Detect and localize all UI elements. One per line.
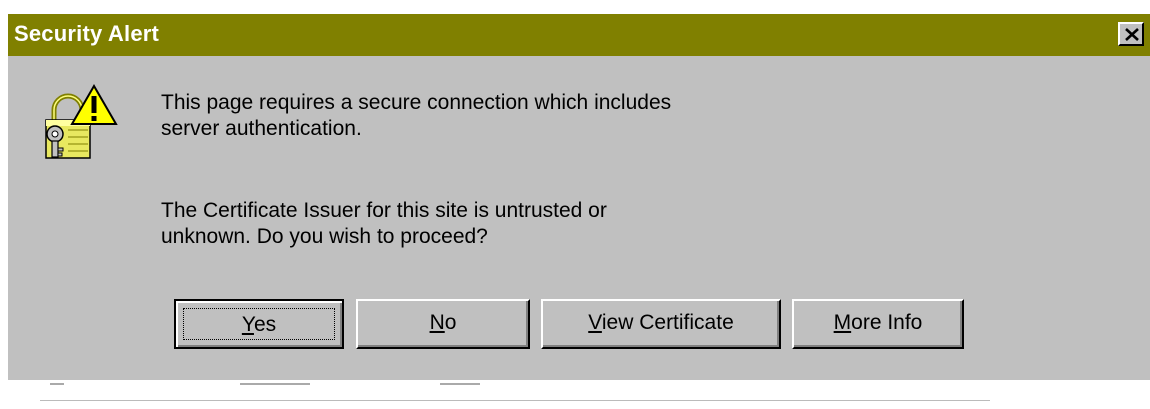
focus-rectangle: Yes (183, 308, 335, 340)
scan-artifact (240, 383, 310, 385)
more-info-button[interactable]: More Info (792, 299, 964, 349)
message-line: server authentication. (161, 117, 362, 140)
view-certificate-button[interactable]: View Certificate (541, 299, 781, 349)
view-certificate-label: iew Certificate (601, 311, 734, 334)
yes-button[interactable]: Yes (174, 299, 344, 349)
more-info-mnemonic: M (833, 311, 852, 334)
dialog-title: Security Alert (14, 21, 160, 46)
scan-artifact (50, 383, 64, 385)
message-line: unknown. Do you wish to proceed? (161, 225, 488, 248)
no-mnemonic: N (429, 311, 445, 334)
message-untrusted-issuer: The Certificate Issuer for this site is … (161, 198, 607, 250)
close-button[interactable] (1118, 22, 1144, 46)
scan-artifact (8, 380, 1150, 409)
yes-label: es (253, 313, 277, 336)
no-button[interactable]: No (356, 299, 530, 349)
scan-artifact (40, 400, 990, 401)
scan-artifact (440, 383, 480, 385)
no-label: o (444, 311, 457, 334)
title-bar[interactable]: Security Alert (8, 14, 1150, 56)
more-info-label: ore Info (851, 311, 923, 334)
message-line: This page requires a secure connection w… (161, 91, 672, 114)
yes-mnemonic: Y (241, 313, 254, 336)
view-certificate-mnemonic: V (588, 311, 602, 334)
message-secure-connection: This page requires a secure connection w… (161, 90, 671, 142)
close-icon (1125, 28, 1139, 41)
security-alert-dialog: Security Alert This page requires a secu… (8, 14, 1150, 404)
security-warning-icon (38, 82, 118, 162)
message-line: The Certificate Issuer for this site is … (161, 199, 607, 222)
